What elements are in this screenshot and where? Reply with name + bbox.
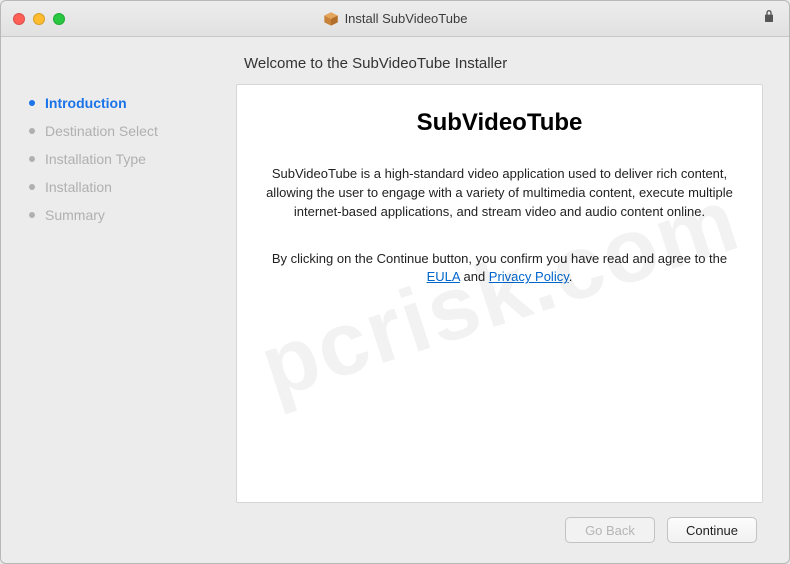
lock-area	[761, 8, 777, 29]
content-box: pcrisk.com SubVideoTube SubVideoTube is …	[236, 84, 763, 503]
window-controls	[13, 13, 65, 25]
step-introduction: Introduction	[29, 95, 226, 111]
agreement-text: By clicking on the Continue button, you …	[255, 250, 744, 288]
product-title: SubVideoTube	[255, 109, 744, 137]
step-label: Destination Select	[45, 123, 158, 139]
sidebar: Introduction Destination Select Installa…	[1, 37, 226, 563]
agree-prefix: By clicking on the Continue button, you …	[272, 251, 727, 266]
maximize-window-button[interactable]	[53, 13, 65, 25]
close-window-button[interactable]	[13, 13, 25, 25]
step-bullet-icon	[29, 128, 35, 134]
agree-and: and	[460, 269, 489, 284]
go-back-button: Go Back	[565, 517, 655, 543]
lock-icon[interactable]	[761, 8, 777, 24]
step-bullet-icon	[29, 100, 35, 106]
titlebar: Install SubVideoTube	[1, 1, 789, 37]
step-summary: Summary	[29, 207, 226, 223]
title-area: Install SubVideoTube	[1, 11, 789, 27]
step-installation-type: Installation Type	[29, 151, 226, 167]
minimize-window-button[interactable]	[33, 13, 45, 25]
welcome-heading: Welcome to the SubVideoTube Installer	[236, 55, 763, 72]
privacy-policy-link[interactable]: Privacy Policy	[489, 269, 569, 284]
package-icon	[323, 11, 339, 27]
product-description: SubVideoTube is a high-standard video ap…	[255, 165, 744, 222]
step-bullet-icon	[29, 156, 35, 162]
agree-suffix: .	[569, 269, 573, 284]
step-installation: Installation	[29, 179, 226, 195]
footer-buttons: Go Back Continue	[236, 503, 763, 549]
step-bullet-icon	[29, 184, 35, 190]
window-body: Introduction Destination Select Installa…	[1, 37, 789, 563]
main-panel: Welcome to the SubVideoTube Installer pc…	[226, 37, 789, 563]
step-label: Introduction	[45, 95, 127, 111]
step-bullet-icon	[29, 212, 35, 218]
eula-link[interactable]: EULA	[427, 269, 460, 284]
step-label: Installation	[45, 179, 112, 195]
step-label: Summary	[45, 207, 105, 223]
installer-window: Install SubVideoTube Introduction Destin…	[0, 0, 790, 564]
step-label: Installation Type	[45, 151, 146, 167]
continue-button[interactable]: Continue	[667, 517, 757, 543]
window-title: Install SubVideoTube	[345, 11, 468, 26]
step-destination-select: Destination Select	[29, 123, 226, 139]
